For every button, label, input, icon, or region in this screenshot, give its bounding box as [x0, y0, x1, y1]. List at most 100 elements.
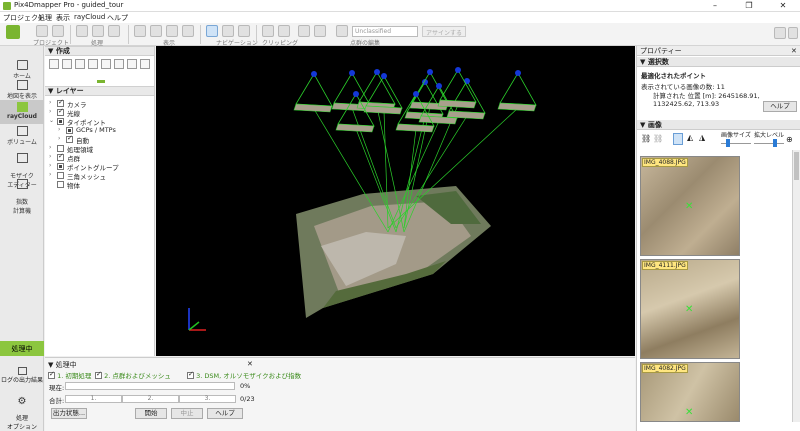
stop-button[interactable]: 中止 [171, 408, 203, 419]
navigation-trackball-icon[interactable] [206, 25, 218, 37]
image-size-handle[interactable] [726, 139, 730, 147]
output-status-button[interactable]: 出力状態... [51, 408, 87, 419]
open-project-icon[interactable] [52, 25, 64, 37]
layer-checkbox[interactable] [57, 107, 64, 116]
layer-checkbox[interactable] [57, 163, 64, 170]
layer-checkbox[interactable] [57, 181, 64, 188]
close-button[interactable]: ✕ [766, 0, 800, 12]
zoom-in-icon[interactable] [134, 25, 146, 37]
point-cloud-scene[interactable] [156, 46, 635, 356]
create-tool-4-icon[interactable] [88, 59, 98, 69]
create-tool-8-icon[interactable] [140, 59, 150, 69]
nav-home[interactable]: ホーム [0, 60, 44, 80]
expand-arrow-icon[interactable]: › [49, 162, 51, 169]
thumbnail-3[interactable]: IMG_4082.JPG ✕ [640, 362, 740, 422]
properties-close-icon[interactable]: ✕ [791, 47, 797, 55]
layer-checkbox[interactable] [57, 172, 64, 179]
navigation-mode-icon[interactable] [238, 25, 250, 37]
menu-help[interactable]: ヘルプ [107, 13, 128, 23]
selection-help-button[interactable]: ヘルプ [763, 101, 797, 112]
selection-header[interactable]: ▼ 選択数 [637, 57, 800, 67]
layer-checkbox[interactable] [66, 127, 73, 134]
splitter-handle[interactable] [97, 80, 105, 83]
expand-arrow-icon[interactable]: › [49, 99, 51, 106]
sort-icon[interactable] [673, 133, 683, 145]
nav-volume[interactable]: ボリューム [0, 126, 44, 146]
step-1[interactable]: 1. 初期処理 [48, 370, 91, 380]
create-tool-5-icon[interactable] [101, 59, 111, 69]
images-header[interactable]: ▼ 画像 [637, 120, 800, 130]
nav-processing-options[interactable]: ⚙ 処理 オプション [0, 390, 44, 431]
expand-arrow-icon[interactable]: › [58, 135, 60, 142]
raycloud-3d-view[interactable] [156, 46, 635, 356]
layers-section-header[interactable]: ▼ レイヤー [45, 86, 154, 96]
camera-frustum[interactable] [363, 73, 403, 115]
create-tool-1-icon[interactable] [49, 59, 59, 69]
layer-checkbox[interactable] [57, 152, 64, 161]
expand-arrow-icon[interactable]: › [49, 108, 51, 115]
process-report-icon[interactable] [108, 25, 120, 37]
thumbnail-2[interactable]: IMG_4111.JPG ✕ [640, 259, 740, 359]
user-icon[interactable] [774, 27, 786, 39]
step-1-checkbox[interactable] [48, 370, 55, 379]
processing-indicator[interactable]: 処理中 [0, 341, 44, 356]
layer-checkbox[interactable] [57, 118, 64, 125]
expand-arrow-icon[interactable]: › [49, 144, 51, 151]
processing-close-icon[interactable]: ✕ [247, 360, 253, 368]
create-tool-2-icon[interactable] [62, 59, 72, 69]
navigation-first-person-icon[interactable] [222, 25, 234, 37]
start-button[interactable]: 開始 [135, 408, 167, 419]
zoom-slider[interactable] [754, 143, 784, 144]
clipping-box-icon[interactable] [262, 25, 274, 37]
layer-checkbox[interactable] [57, 98, 64, 107]
create-tool-7-icon[interactable] [127, 59, 137, 69]
menu-process[interactable]: 処理 [38, 13, 52, 23]
menu-raycloud[interactable]: rayCloud [74, 13, 105, 21]
zoom-out-icon[interactable] [150, 25, 162, 37]
process-options-icon[interactable] [92, 25, 104, 37]
process-icon[interactable] [76, 25, 88, 37]
new-project-icon[interactable] [36, 25, 48, 37]
nav-map[interactable]: 地図を表示 [0, 80, 44, 100]
expand-arrow-icon[interactable]: › [49, 153, 51, 160]
maximize-button[interactable]: ❐ [732, 0, 766, 12]
camera-frustum[interactable] [293, 71, 333, 113]
nav-raycloud[interactable]: rayCloud [0, 100, 44, 124]
step-2-checkbox[interactable] [95, 370, 102, 379]
thumbnail-scrollbar-thumb[interactable] [794, 152, 799, 180]
sort-desc-icon[interactable]: ◮ [699, 133, 705, 142]
step-3-checkbox[interactable] [187, 370, 194, 379]
clipping-edit-icon[interactable] [278, 25, 290, 37]
class-select[interactable]: Unclassified [352, 26, 418, 37]
layer-checkbox[interactable] [57, 145, 64, 152]
minimize-button[interactable]: – [698, 0, 732, 12]
thumbnail-scrollbar[interactable] [792, 150, 800, 422]
create-tool-6-icon[interactable] [114, 59, 124, 69]
expand-arrow-icon[interactable]: › [49, 171, 51, 178]
expand-arrow-icon[interactable]: › [58, 126, 60, 133]
processing-help-button[interactable]: ヘルプ [207, 408, 243, 419]
view-options-icon[interactable] [182, 25, 194, 37]
create-tool-3-icon[interactable] [75, 59, 85, 69]
nav-log-output[interactable]: ログの出力結果 [0, 367, 44, 384]
create-section-header[interactable]: ▼ 作成 [45, 46, 154, 56]
nav-index-calculator[interactable]: 指数 計算機 [0, 172, 44, 215]
edit-pencil-icon[interactable] [298, 25, 310, 37]
menu-view[interactable]: 表示 [56, 13, 70, 23]
step-3[interactable]: 3. DSM, オルソモザイクおよび指数 [187, 370, 301, 380]
add-dropdown-icon[interactable] [314, 25, 326, 37]
zoom-fit-icon[interactable] [166, 25, 178, 37]
step-2[interactable]: 2. 点群およびメッシュ [95, 370, 171, 380]
thumbnail-1[interactable]: IMG_4088.JPG ✕ [640, 156, 740, 256]
assign-button[interactable]: アサインする [422, 26, 467, 37]
layer-checkbox[interactable] [66, 134, 73, 143]
class-color-icon[interactable] [336, 25, 348, 37]
link-icon[interactable]: ⛓ [641, 134, 651, 143]
expand-arrow-icon[interactable]: ⌄ [49, 117, 54, 124]
zoom-handle[interactable] [773, 139, 777, 147]
unlink-icon[interactable]: ⛓ [653, 134, 663, 143]
sort-asc-icon[interactable]: ◭ [687, 133, 693, 142]
help-icon[interactable] [788, 27, 798, 39]
zoom-in-icon[interactable]: ⊕ [786, 135, 793, 144]
camera-frustum[interactable] [497, 70, 537, 112]
